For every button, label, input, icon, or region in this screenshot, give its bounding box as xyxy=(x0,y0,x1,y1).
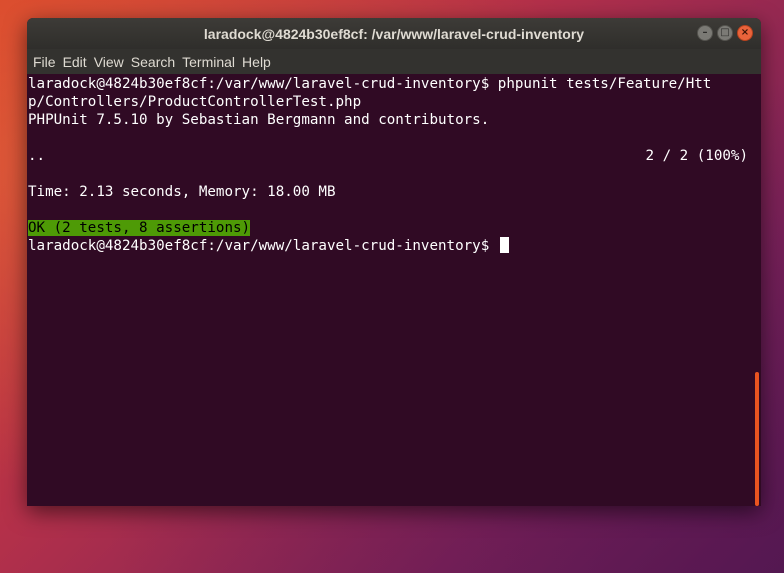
menu-bar: File Edit View Search Terminal Help xyxy=(27,49,761,74)
menu-edit[interactable]: Edit xyxy=(63,54,93,70)
terminal-line: p/Controllers/ProductControllerTest.php xyxy=(28,94,362,110)
terminal-line: PHPUnit 7.5.10 by Sebastian Bergmann and… xyxy=(28,112,490,128)
maximize-icon[interactable]: □ xyxy=(717,25,733,41)
scrollbar[interactable] xyxy=(755,372,759,506)
minimize-icon[interactable]: – xyxy=(697,25,713,41)
terminal-output[interactable]: laradock@4824b30ef8cf:/var/www/laravel-c… xyxy=(28,74,761,506)
prompt-line: laradock@4824b30ef8cf:/var/www/laravel-c… xyxy=(28,237,761,255)
menu-search[interactable]: Search xyxy=(131,54,181,70)
menu-view[interactable]: View xyxy=(94,54,130,70)
text-cursor xyxy=(499,237,509,253)
close-icon[interactable]: × xyxy=(737,25,753,41)
ok-line: OK (2 tests, 8 assertions) xyxy=(28,219,761,237)
menu-terminal[interactable]: Terminal xyxy=(182,54,241,70)
ok-badge: OK (2 tests, 8 assertions) xyxy=(28,220,251,236)
prompt: laradock@4824b30ef8cf:/var/www/laravel-c… xyxy=(28,238,498,254)
window-controls: – □ × xyxy=(697,25,753,41)
window-title: laradock@4824b30ef8cf: /var/www/laravel-… xyxy=(203,25,585,42)
title-bar[interactable]: laradock@4824b30ef8cf: /var/www/laravel-… xyxy=(27,18,761,49)
progress-line: .. 2 / 2 (100%) xyxy=(28,147,748,165)
time-line: Time: 2.13 seconds, Memory: 18.00 MB xyxy=(28,184,336,200)
terminal-line: laradock@4824b30ef8cf:/var/www/laravel-c… xyxy=(28,76,712,92)
terminal-window: laradock@4824b30ef8cf: /var/www/laravel-… xyxy=(27,18,761,506)
progress-count: 2 / 2 (100%) xyxy=(645,148,749,164)
progress-dots: .. xyxy=(28,148,46,164)
menu-file[interactable]: File xyxy=(33,54,62,70)
menu-help[interactable]: Help xyxy=(242,54,277,70)
